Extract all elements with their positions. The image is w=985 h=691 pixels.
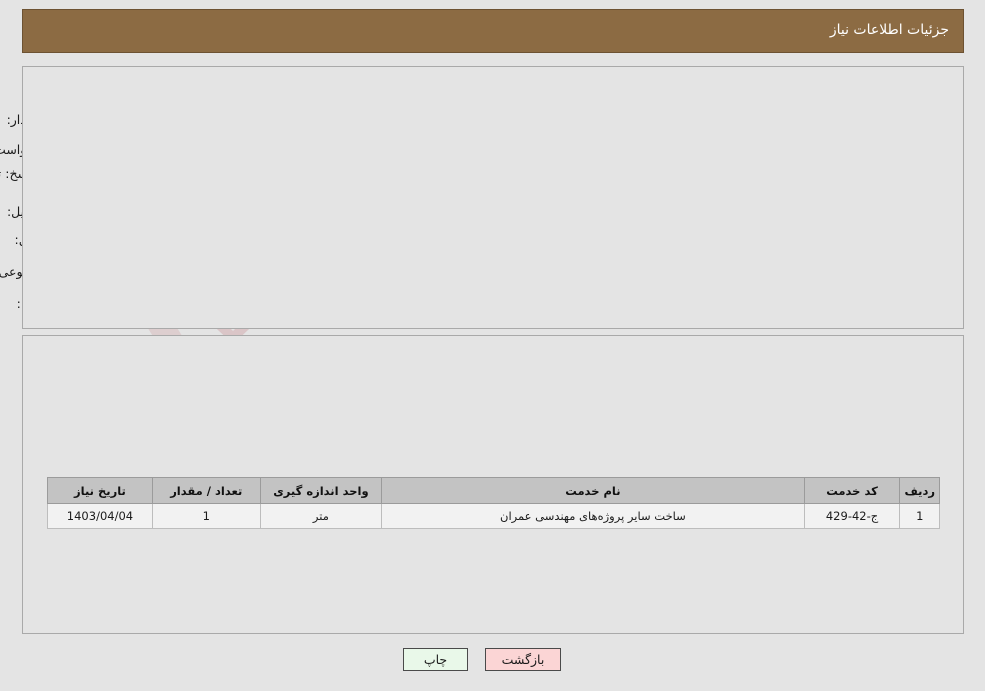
cell-code: ج-42-429 <box>803 503 901 529</box>
services-table: ردیف کد خدمت نام خدمت واحد اندازه گیری ت… <box>47 477 940 529</box>
need-info-panel <box>22 66 964 329</box>
col-qty: تعداد / مقدار <box>151 477 261 504</box>
page-root: AriaTender.net جزئیات اطلاعات نیاز شماره… <box>0 0 985 691</box>
cell-row: 1 <box>899 503 940 529</box>
col-code: کد خدمت <box>803 477 901 504</box>
table-header-row: ردیف کد خدمت نام خدمت واحد اندازه گیری ت… <box>47 477 940 504</box>
print-button[interactable]: چاپ <box>403 648 468 671</box>
col-row: ردیف <box>899 477 940 504</box>
cell-date: 1403/04/04 <box>47 503 153 529</box>
col-unit: واحد اندازه گیری <box>259 477 383 504</box>
page-title: جزئیات اطلاعات نیاز <box>829 22 949 38</box>
back-button[interactable]: بازگشت <box>485 648 561 671</box>
col-date: تاریخ نیاز <box>47 477 153 504</box>
col-name: نام خدمت <box>381 477 805 504</box>
cell-name: ساخت سایر پروژه‌های مهندسی عمران <box>381 503 805 529</box>
header-bar: جزئیات اطلاعات نیاز <box>22 9 964 53</box>
table-row[interactable]: 1 ج-42-429 ساخت سایر پروژه‌های مهندسی عم… <box>47 503 940 529</box>
cell-unit: متر <box>259 503 383 529</box>
cell-qty: 1 <box>151 503 261 529</box>
